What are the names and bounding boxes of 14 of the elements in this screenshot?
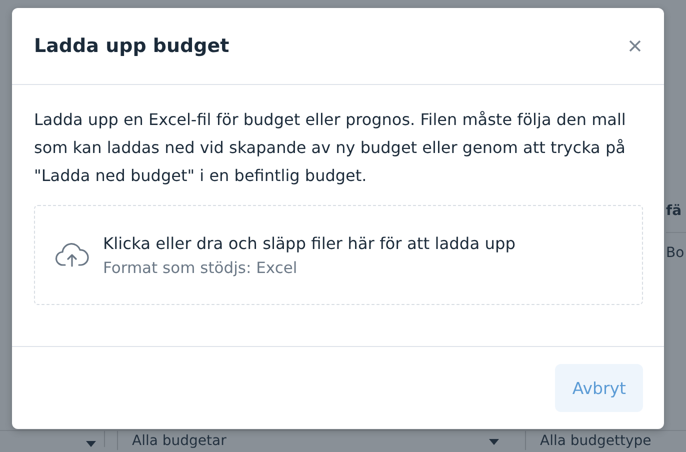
description-text: Ladda upp en Excel-fil för budget eller prognos. Filen måste följa den mall som kan laddas ned vid skapande av ny budget eller genom att trycka på "Ladda ned budget" i en befintlig budget. (34, 109, 627, 187)
caret-icon (489, 439, 499, 445)
cloud-upload-icon (55, 242, 89, 268)
cancel-button[interactable]: Avbryt (555, 364, 643, 412)
filter-dropdown[interactable]: Alla budgetar (117, 431, 513, 450)
caret-icon (86, 441, 96, 447)
close-icon[interactable] (627, 38, 643, 54)
file-dropzone[interactable]: Klicka eller dra och släpp filer här för att ladda upp Format som stödjs: Excel (34, 205, 643, 305)
dropzone-prompt: Klicka eller dra och släpp filer här för att ladda upp (103, 234, 516, 252)
dialog-title: Ladda upp budget (34, 35, 230, 57)
table-cell-text: Bo (666, 244, 686, 263)
filter-dropdown[interactable]: Alla budgettype (525, 431, 686, 450)
column-header: fä (666, 190, 686, 233)
supported-formats: Format som stödjs: Excel (103, 258, 298, 276)
